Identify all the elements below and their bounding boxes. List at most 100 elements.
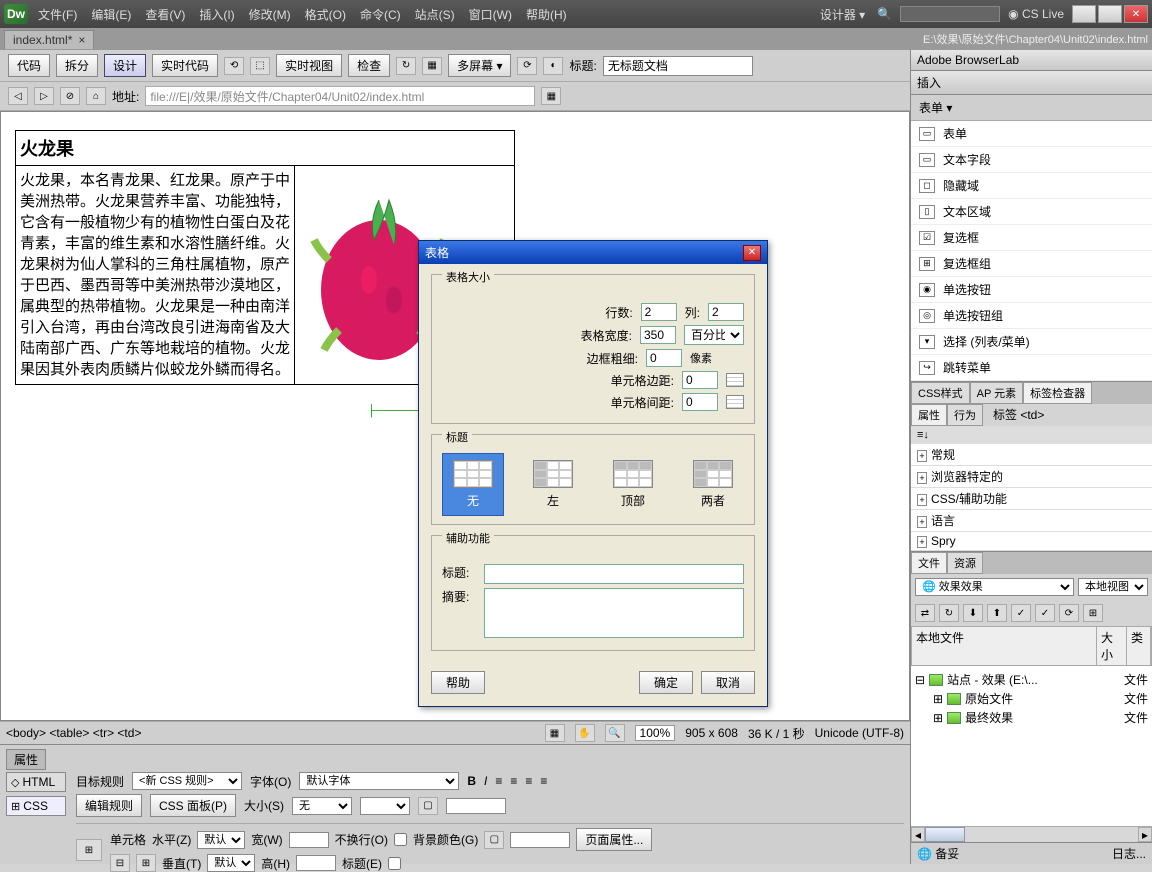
stop-icon[interactable]: ⊘ [60, 87, 80, 105]
menu-site[interactable]: 站点(S) [411, 4, 459, 25]
put-icon[interactable]: ⬆ [987, 604, 1007, 622]
color-input[interactable] [446, 798, 506, 814]
forward-icon[interactable]: ▷ [34, 87, 54, 105]
toolbar-icon[interactable]: ⟳ [517, 57, 537, 75]
caption-input[interactable] [484, 564, 744, 584]
align-center-icon[interactable]: ≡ [510, 774, 517, 788]
spacing-input[interactable] [682, 393, 718, 411]
vert-select[interactable]: 默认 [207, 854, 255, 872]
table-width-input[interactable] [640, 326, 676, 344]
tab-assets[interactable]: 资源 [947, 552, 983, 574]
height-input[interactable] [296, 855, 336, 871]
cols-input[interactable] [708, 303, 744, 321]
zoom-tool-icon[interactable]: 🔍 [605, 724, 625, 742]
browserlab-panel-header[interactable]: Adobe BrowserLab [911, 50, 1152, 71]
refresh-icon[interactable]: ↻ [939, 604, 959, 622]
page-props-button[interactable]: 页面属性... [576, 828, 652, 851]
border-input[interactable] [646, 349, 682, 367]
subtab-behaviors[interactable]: 行为 [947, 404, 983, 426]
menu-format[interactable]: 格式(O) [301, 4, 350, 25]
inspect-button[interactable]: 检查 [348, 54, 390, 77]
align-right-icon[interactable]: ≡ [525, 774, 532, 788]
italic-icon[interactable]: I [484, 774, 487, 788]
address-input[interactable] [145, 86, 535, 106]
design-view-button[interactable]: 设计 [104, 54, 146, 77]
toolbar-icon[interactable]: ⟲ [224, 57, 244, 75]
search-icon[interactable]: 🔍 [877, 7, 892, 21]
back-icon[interactable]: ◁ [8, 87, 28, 105]
header-both[interactable]: 两者 [682, 453, 744, 516]
close-window-button[interactable]: ✕ [1124, 5, 1148, 23]
insert-item-form[interactable]: ▭表单 [911, 121, 1152, 147]
props-html-tab[interactable]: ◇ HTML [6, 772, 66, 792]
header-top[interactable]: 顶部 [602, 453, 664, 516]
padding-input[interactable] [682, 371, 718, 389]
code-view-button[interactable]: 代码 [8, 54, 50, 77]
width-unit-select[interactable]: 百分比 [684, 325, 744, 345]
header-left[interactable]: 左 [522, 453, 584, 516]
dialog-close-icon[interactable]: ✕ [743, 245, 761, 261]
menu-modify[interactable]: 修改(M) [245, 4, 295, 25]
insert-category[interactable]: 表单 ▾ [911, 95, 1152, 121]
color-swatch[interactable]: ▢ [418, 797, 438, 815]
header-checkbox[interactable] [388, 857, 401, 870]
css-panel-button[interactable]: CSS 面板(P) [150, 794, 236, 817]
go-icon[interactable]: ▦ [541, 87, 561, 105]
bgcolor-input[interactable] [510, 832, 570, 848]
prop-group[interactable]: +语言 [911, 510, 1152, 532]
workspace-switcher[interactable]: 设计器 ▾ [816, 4, 869, 25]
help-button[interactable]: 帮助 [431, 671, 485, 694]
menu-insert[interactable]: 插入(I) [195, 4, 238, 25]
menu-file[interactable]: 文件(F) [34, 4, 81, 25]
prop-group[interactable]: +常规 [911, 444, 1152, 466]
search-input[interactable] [900, 6, 1000, 22]
prop-group[interactable]: +浏览器特定的 [911, 466, 1152, 488]
prop-group[interactable]: +Spry [911, 532, 1152, 551]
home-icon[interactable]: ⌂ [86, 87, 106, 105]
insert-item-hidden[interactable]: ◻隐藏域 [911, 173, 1152, 199]
log-link[interactable]: 日志... [1112, 845, 1146, 862]
scrollbar[interactable]: ◂▸ [911, 826, 1152, 842]
cslive-link[interactable]: ◉ CS Live [1008, 7, 1064, 21]
multiscreen-button[interactable]: 多屏幕 ▾ [448, 54, 511, 77]
menu-window[interactable]: 窗口(W) [465, 4, 516, 25]
size-unit-select[interactable] [360, 797, 410, 815]
maximize-button[interactable]: □ [1098, 5, 1122, 23]
insert-item-textarea[interactable]: ▯文本区域 [911, 199, 1152, 225]
merge-icon[interactable]: ⊟ [110, 854, 130, 872]
sync-icon[interactable]: ⟳ [1059, 604, 1079, 622]
file-tab[interactable]: index.html* × [4, 30, 94, 49]
toolbar-icon[interactable]: ◐ [543, 57, 563, 75]
target-rule-select[interactable]: <新 CSS 规则> [132, 772, 242, 790]
insert-item-select[interactable]: ▾选择 (列表/菜单) [911, 329, 1152, 355]
summary-textarea[interactable] [484, 588, 744, 638]
nowrap-checkbox[interactable] [394, 833, 407, 846]
checkin-icon[interactable]: ✓ [1035, 604, 1055, 622]
menu-help[interactable]: 帮助(H) [522, 4, 571, 25]
hand-tool-icon[interactable]: ✋ [575, 724, 595, 742]
minimize-button[interactable]: — [1072, 5, 1096, 23]
insert-panel-header[interactable]: 插入 [911, 71, 1152, 95]
get-icon[interactable]: ⬇ [963, 604, 983, 622]
connect-icon[interactable]: ⇄ [915, 604, 935, 622]
menu-edit[interactable]: 编辑(E) [87, 4, 135, 25]
select-tool-icon[interactable]: ▦ [545, 724, 565, 742]
ok-button[interactable]: 确定 [639, 671, 693, 694]
horiz-select[interactable]: 默认 [197, 831, 245, 849]
tab-files[interactable]: 文件 [911, 552, 947, 574]
insert-item-radiogroup[interactable]: ◎单选按钮组 [911, 303, 1152, 329]
insert-item-jumpmenu[interactable]: ↪跳转菜单 [911, 355, 1152, 381]
tab-tag-inspector[interactable]: 标签检查器 [1023, 382, 1092, 404]
insert-item-textfield[interactable]: ▭文本字段 [911, 147, 1152, 173]
view-select[interactable]: 本地视图 [1078, 578, 1148, 596]
font-select[interactable]: 默认字体 [299, 772, 459, 790]
insert-item-radio[interactable]: ◉单选按钮 [911, 277, 1152, 303]
zoom-level[interactable]: 100% [635, 725, 676, 741]
tag-selector[interactable]: <body> <table> <tr> <td> [6, 726, 141, 740]
file-tree[interactable]: ⊟站点 - 效果 (E:\...文件 ⊞原始文件文件 ⊞最终效果文件 [911, 666, 1152, 826]
align-left-icon[interactable]: ≡ [495, 774, 502, 788]
header-none[interactable]: 无 [442, 453, 504, 516]
document-title-input[interactable] [603, 56, 753, 76]
menu-view[interactable]: 查看(V) [141, 4, 189, 25]
checkout-icon[interactable]: ✓ [1011, 604, 1031, 622]
